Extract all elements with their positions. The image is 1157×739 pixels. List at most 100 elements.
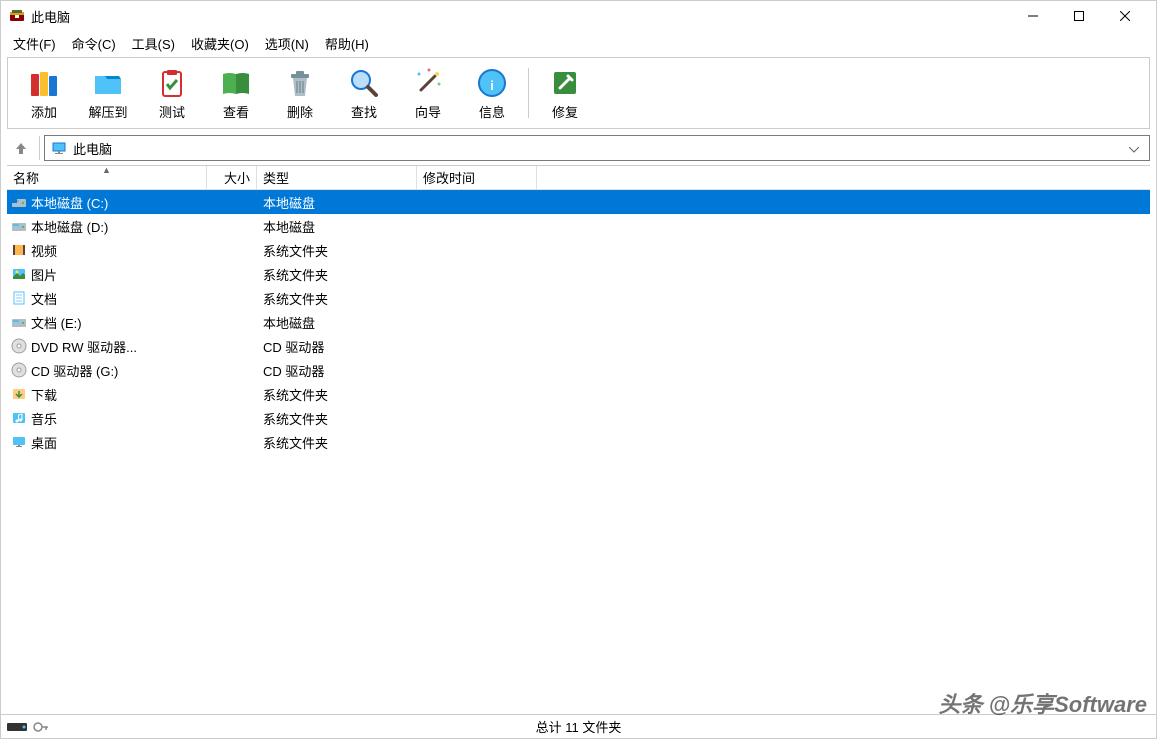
list-item[interactable]: DVD RW 驱动器... CD 驱动器: [7, 334, 1150, 358]
close-icon: [1120, 11, 1130, 21]
statusbar-left: [7, 721, 49, 733]
view-button[interactable]: 查看: [204, 61, 268, 125]
info-button[interactable]: i 信息: [460, 61, 524, 125]
titlebar: 此电脑: [1, 1, 1156, 31]
statusbar: 总计 11 文件夹: [1, 714, 1156, 738]
repair-button[interactable]: 修复: [533, 61, 597, 125]
item-name: 图片: [31, 265, 57, 284]
item-type: 本地磁盘: [257, 313, 417, 332]
menubar: 文件(F) 命令(C) 工具(S) 收藏夹(O) 选项(N) 帮助(H): [1, 31, 1156, 55]
folder-open-icon: [91, 66, 125, 100]
list-item[interactable]: 桌面 系统文件夹: [7, 430, 1150, 454]
item-name: 桌面: [31, 433, 57, 452]
column-headers: 名称 ▲ 大小 类型 修改时间: [7, 166, 1150, 190]
list-item[interactable]: 音乐系统文件夹: [7, 406, 1150, 430]
wand-icon: [411, 66, 445, 100]
document-icon: [11, 290, 27, 306]
trash-icon: [283, 66, 317, 100]
repair-label: 修复: [552, 102, 578, 121]
computer-icon: [51, 140, 67, 156]
drive-indicator-icon: [7, 721, 29, 733]
addressbar: 此电脑: [7, 133, 1150, 163]
item-type: 系统文件夹: [257, 265, 417, 284]
close-button[interactable]: [1102, 1, 1148, 31]
file-view: 名称 ▲ 大小 类型 修改时间 本地磁盘 (C:)本地磁盘本地磁盘 (D:)本地…: [7, 165, 1150, 714]
list-item[interactable]: 本地磁盘 (C:)本地磁盘: [7, 190, 1150, 214]
list-item[interactable]: 下载 系统文件夹: [7, 382, 1150, 406]
file-list[interactable]: 本地磁盘 (C:)本地磁盘本地磁盘 (D:)本地磁盘视频系统文件夹图片系统文件夹…: [7, 190, 1150, 714]
maximize-icon: [1074, 11, 1084, 21]
address-dropdown[interactable]: [1125, 141, 1143, 156]
menu-file[interactable]: 文件(F): [5, 32, 64, 55]
svg-text:i: i: [490, 78, 494, 93]
repair-icon: [548, 66, 582, 100]
item-name: 下载: [31, 385, 57, 404]
music-icon: [11, 410, 27, 426]
find-button[interactable]: 查找: [332, 61, 396, 125]
column-name[interactable]: 名称 ▲: [7, 166, 207, 189]
up-button[interactable]: [7, 134, 35, 162]
test-button[interactable]: 测试: [140, 61, 204, 125]
drive-icon: [11, 218, 27, 234]
drive-icon: [11, 314, 27, 330]
view-label: 查看: [223, 102, 249, 121]
chevron-down-icon: [1129, 147, 1139, 153]
winrar-icon: [9, 8, 25, 24]
menu-favorites[interactable]: 收藏夹(O): [183, 32, 257, 55]
test-label: 测试: [159, 102, 185, 121]
window-title: 此电脑: [31, 7, 1010, 26]
disc-icon: [11, 362, 27, 378]
list-item[interactable]: 图片 系统文件夹: [7, 262, 1150, 286]
minimize-icon: [1028, 11, 1038, 21]
list-item[interactable]: 本地磁盘 (D:)本地磁盘: [7, 214, 1150, 238]
status-text: 总计 11 文件夹: [536, 717, 622, 736]
sort-ascending-icon: ▲: [102, 165, 111, 175]
wizard-label: 向导: [415, 102, 441, 121]
item-type: 系统文件夹: [257, 409, 417, 428]
download-icon: [11, 386, 27, 402]
find-label: 查找: [351, 102, 377, 121]
add-button[interactable]: 添加: [12, 61, 76, 125]
maximize-button[interactable]: [1056, 1, 1102, 31]
menu-help[interactable]: 帮助(H): [317, 32, 377, 55]
magnifier-icon: [347, 66, 381, 100]
delete-label: 删除: [287, 102, 313, 121]
item-type: 系统文件夹: [257, 385, 417, 404]
item-name: 视频: [31, 241, 57, 260]
list-item[interactable]: 视频 系统文件夹: [7, 238, 1150, 262]
column-type[interactable]: 类型: [257, 166, 417, 189]
item-type: 系统文件夹: [257, 241, 417, 260]
item-name: 文档 (E:): [31, 313, 82, 332]
list-item[interactable]: 文档系统文件夹: [7, 286, 1150, 310]
address-separator: [39, 136, 40, 160]
toolbar-separator: [528, 68, 529, 118]
item-type: 系统文件夹: [257, 433, 417, 452]
list-item[interactable]: 文档 (E:) 本地磁盘: [7, 310, 1150, 334]
item-type: CD 驱动器: [257, 337, 417, 356]
video-icon: [11, 242, 27, 258]
minimize-button[interactable]: [1010, 1, 1056, 31]
extract-button[interactable]: 解压到: [76, 61, 140, 125]
menu-tools[interactable]: 工具(S): [124, 32, 183, 55]
item-type: CD 驱动器: [257, 361, 417, 380]
add-label: 添加: [31, 102, 57, 121]
menu-options[interactable]: 选项(N): [257, 32, 317, 55]
toolbar: 添加 解压到 测试 查看 删除 查找 向导 i 信息 修复: [7, 57, 1150, 129]
list-item[interactable]: CD 驱动器 (G:) CD 驱动器: [7, 358, 1150, 382]
menu-command[interactable]: 命令(C): [64, 32, 124, 55]
disc-icon: [11, 338, 27, 354]
delete-button[interactable]: 删除: [268, 61, 332, 125]
info-label: 信息: [479, 102, 505, 121]
drive-c-icon: [11, 194, 27, 210]
wizard-button[interactable]: 向导: [396, 61, 460, 125]
address-field[interactable]: 此电脑: [44, 135, 1150, 161]
address-text: 此电脑: [73, 139, 112, 158]
clipboard-check-icon: [155, 66, 189, 100]
book-open-icon: [219, 66, 253, 100]
column-date[interactable]: 修改时间: [417, 166, 537, 189]
key-indicator-icon: [33, 721, 49, 733]
column-size[interactable]: 大小: [207, 166, 257, 189]
item-name: DVD RW 驱动器...: [31, 337, 137, 356]
item-name: CD 驱动器 (G:): [31, 361, 118, 380]
item-type: 系统文件夹: [257, 289, 417, 308]
